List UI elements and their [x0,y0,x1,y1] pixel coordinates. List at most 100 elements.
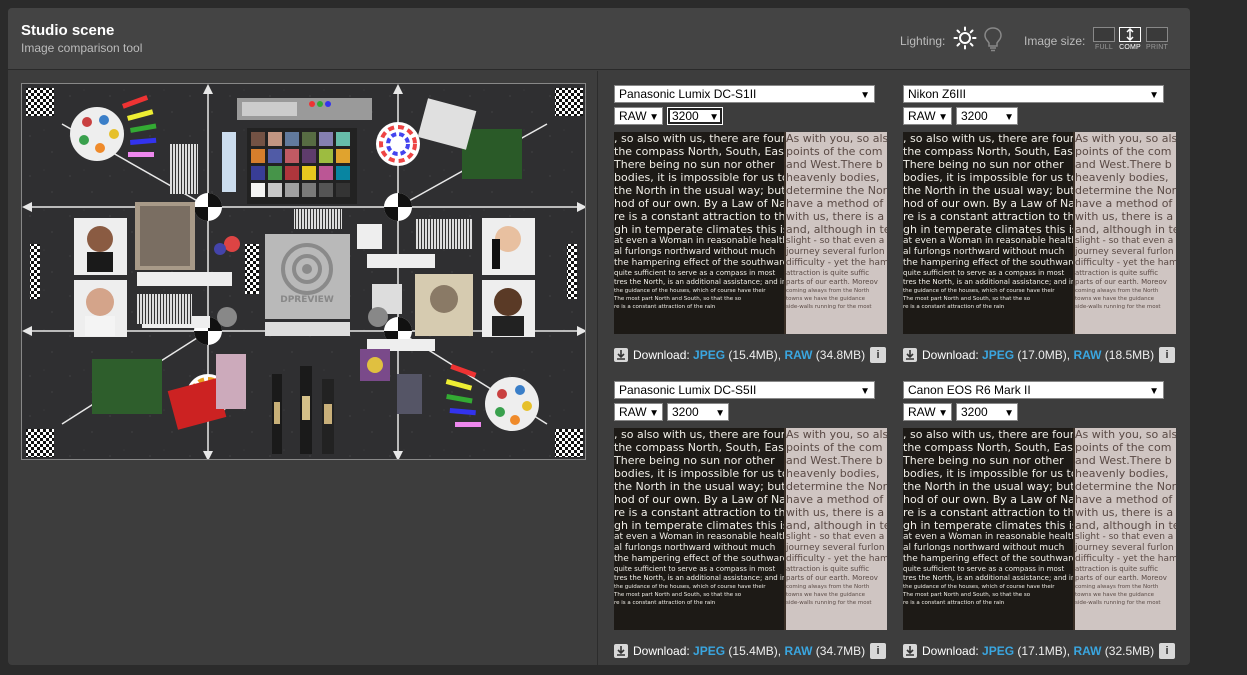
crop-dark-text-line: re is a constant attraction of the rain [903,600,1005,606]
lowlight-bulb-icon[interactable] [983,26,1003,52]
download-label: Download: [633,348,690,362]
download-label: Download: [633,644,690,658]
crop-dark-text-line: the guidance of the houses, which of cou… [614,288,766,294]
chevron-down-icon: ▼ [938,408,948,419]
camera-select[interactable]: Nikon Z6III ▼ [903,85,1164,103]
crop-dark-text-line: at even a Woman in reasonable health can [614,532,784,542]
crop-image[interactable]: , so also with us, there are four the com… [614,132,887,334]
camera-select[interactable]: Panasonic Lumix DC-S5II ▼ [614,381,875,399]
crop-light-region: As with you, so also points of the com and… [1075,428,1176,630]
info-icon[interactable]: i [870,643,886,659]
jpeg-download-link[interactable]: JPEG [982,348,1014,362]
size-full-button[interactable]: FULL [1092,26,1116,54]
crop-dark-text-line: The most part North and South, so that t… [903,592,1031,598]
raw-download-link[interactable]: RAW [1073,348,1101,362]
jpeg-download-link[interactable]: JPEG [982,644,1014,658]
format-select[interactable]: RAW ▼ [614,107,663,125]
jpeg-download-link[interactable]: JPEG [693,348,725,362]
iso-select-value: 3200 [672,405,699,419]
download-icon[interactable] [614,348,628,362]
iso-select[interactable]: 3200 ▼ [667,107,723,125]
crop-dark-text-line: re is a constant attraction to the South… [903,506,1073,519]
daylight-sun-icon[interactable] [953,26,977,50]
download-icon[interactable] [903,348,917,362]
crop-image[interactable]: , so also with us, there are four the com… [614,428,887,630]
download-row: Download: JPEG (17.0MB), RAW (18.5MB) i [903,347,1179,365]
format-select[interactable]: RAW ▼ [903,403,952,421]
raw-size: (18.5MB) [1104,348,1155,362]
crop-light-text-line: have a method of o [1075,197,1176,210]
size-comp-button[interactable]: COMP [1118,26,1142,54]
info-icon[interactable]: i [1159,643,1175,659]
download-row: Download: JPEG (17.1MB), RAW (32.5MB) i [903,643,1179,661]
crop-light-region: As with you, so also points of the com and… [786,132,887,334]
crop-light-text-line: coming always from the North [1075,584,1159,590]
crop-dark-text-line: the hampering effect of the southward [614,258,784,268]
crop-dark-text-line: the hampering effect of the southward [903,554,1073,564]
raw-download-link[interactable]: RAW [784,348,812,362]
iso-select[interactable]: 3200 ▼ [956,107,1018,125]
crop-light-text-line: heavenly bodies, [786,171,880,184]
crop-light-region: As with you, so also points of the com and… [786,428,887,630]
raw-download-link[interactable]: RAW [1073,644,1101,658]
download-row: Download: JPEG (15.4MB), RAW (34.8MB) i [614,347,890,365]
studio-scene-image[interactable]: DPREVIEW [21,83,586,460]
format-select[interactable]: RAW ▼ [903,107,952,125]
crop-light-text-line: and West.There b [786,158,883,171]
crop-dark-text-line: re is a constant attraction to the South… [903,210,1073,223]
iso-select-value: 3200 [961,405,988,419]
crop-dark-text-line: bodies, it is impossible for us to [903,467,1073,480]
camera-select[interactable]: Panasonic Lumix DC-S1II ▼ [614,85,875,103]
crop-dark-text-line: , so also with us, there are four [903,428,1073,441]
crop-light-text-line: towns we have the guidance [1075,296,1155,302]
crop-light-text-line: attraction is quite suffic [1075,565,1159,573]
download-icon[interactable] [614,644,628,658]
iso-select-value: 3200 [672,109,699,123]
iso-select[interactable]: 3200 ▼ [956,403,1018,421]
crop-light-text-line: towns we have the guidance [786,592,866,598]
crop-dark-text-line: gh in temperate climates this is very [614,223,784,236]
crop-dark-text-line: tres the North, is an additional assista… [903,574,1073,582]
crop-dark-text-line: al furlongs northward without much [903,247,1065,257]
chevron-down-icon: ▼ [649,112,659,123]
download-label: Download: [922,644,979,658]
format-select[interactable]: RAW ▼ [614,403,663,421]
crop-dark-text-line: re is a constant attraction of the rain [614,304,716,310]
crop-dark-text-line: at even a Woman in reasonable health can [614,236,784,246]
crop-dark-text-line: , so also with us, there are four [614,428,784,441]
size-comp-label: COMP [1119,44,1141,51]
crop-image[interactable]: , so also with us, there are four the com… [903,428,1176,630]
download-label: Download: [922,348,979,362]
comparison-tool: Studio scene Image comparison tool Light… [8,8,1190,665]
crop-dark-text-line: re is a constant attraction to the South… [614,210,784,223]
crop-dark-text-line: quite sufficient to serve as a compass i… [614,565,776,573]
crop-light-text-line: points of the com [1075,441,1172,454]
raw-size: (32.5MB) [1104,644,1155,658]
crop-dark-text-line: hod of our own. By a Law of Nature [903,493,1073,506]
iso-select-value: 3200 [961,109,988,123]
size-print-label: PRINT [1146,44,1168,51]
camera-select[interactable]: Canon EOS R6 Mark II ▼ [903,381,1164,399]
crop-light-text-line: with us, there is a con [1075,210,1176,223]
crop-image[interactable]: , so also with us, there are four the com… [903,132,1176,334]
info-icon[interactable]: i [870,347,886,363]
crop-light-text-line: points of the com [786,441,883,454]
download-icon[interactable] [903,644,917,658]
crop-light-text-line: parts of our earth. Moreov [1075,574,1167,582]
raw-size: (34.8MB) [815,348,866,362]
crop-light-text-line: points of the com [1075,145,1172,158]
crop-dark-text-line: the North in the usual way; but we [903,480,1073,493]
crop-light-text-line: determine the North [786,184,887,197]
crop-light-text-line: side-walls running for the most [1075,600,1161,606]
crop-light-text-line: towns we have the guidance [1075,592,1155,598]
crop-light-text-line: and, although in tem [786,519,887,532]
raw-download-link[interactable]: RAW [784,644,812,658]
crop-dark-text-line: al furlongs northward without much [614,247,776,257]
size-print-button[interactable]: PRINT [1145,26,1169,54]
jpeg-download-link[interactable]: JPEG [693,644,725,658]
crop-dark-text-line: There being no sun nor other [614,158,775,171]
crop-dark-text-line: al furlongs northward without much [903,543,1065,553]
info-icon[interactable]: i [1159,347,1175,363]
crop-dark-text-line: quite sufficient to serve as a compass i… [903,565,1065,573]
iso-select[interactable]: 3200 ▼ [667,403,729,421]
